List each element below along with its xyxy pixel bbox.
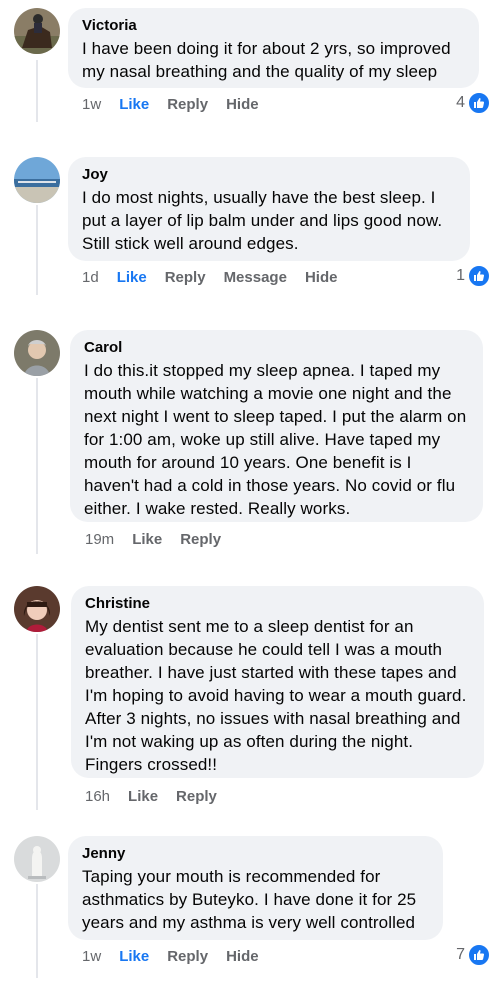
comment-actions: 16h Like Reply bbox=[85, 786, 235, 806]
timestamp[interactable]: 1w bbox=[82, 96, 101, 113]
author-name[interactable]: Joy bbox=[82, 166, 456, 184]
like-button[interactable]: Like bbox=[132, 531, 162, 548]
reaction-count: 7 bbox=[456, 946, 465, 963]
thread-line bbox=[36, 884, 38, 978]
like-button[interactable]: Like bbox=[128, 788, 158, 805]
reaction-count: 1 bbox=[456, 267, 465, 284]
avatar-statue-image bbox=[14, 836, 60, 882]
thread-line bbox=[36, 634, 38, 810]
comment-text: I do this.it stopped my sleep apnea. I t… bbox=[84, 361, 467, 518]
like-icon bbox=[468, 265, 490, 287]
avatar[interactable] bbox=[14, 836, 60, 882]
reply-button[interactable]: Reply bbox=[165, 269, 206, 286]
comment-actions: 1w Like Reply Hide bbox=[82, 946, 277, 966]
comment-bubble: Joy I do most nights, usually have the b… bbox=[68, 157, 470, 261]
avatar[interactable] bbox=[14, 157, 60, 203]
thread-line bbox=[36, 60, 38, 122]
reaction-count: 4 bbox=[456, 94, 465, 111]
comment-text: I do most nights, usually have the best … bbox=[82, 188, 443, 253]
avatar-horse-rider-image bbox=[14, 8, 60, 54]
reaction-summary[interactable]: 7 bbox=[456, 944, 490, 966]
comment-text: I have been doing it for about 2 yrs, so… bbox=[82, 39, 451, 81]
avatar-person-image bbox=[14, 586, 60, 632]
comment-text: My dentist sent me to a sleep dentist fo… bbox=[85, 617, 467, 774]
timestamp[interactable]: 16h bbox=[85, 788, 110, 805]
like-button[interactable]: Like bbox=[119, 948, 149, 965]
thread-line bbox=[36, 378, 38, 554]
hide-button[interactable]: Hide bbox=[226, 96, 259, 113]
avatar-person-image bbox=[14, 330, 60, 376]
message-button[interactable]: Message bbox=[224, 269, 287, 286]
like-icon bbox=[468, 944, 490, 966]
like-button[interactable]: Like bbox=[117, 269, 147, 286]
avatar-lake-image bbox=[14, 157, 60, 203]
like-button[interactable]: Like bbox=[119, 96, 149, 113]
thread-line bbox=[36, 205, 38, 295]
timestamp[interactable]: 19m bbox=[85, 531, 114, 548]
author-name[interactable]: Jenny bbox=[82, 845, 429, 863]
reply-button[interactable]: Reply bbox=[167, 96, 208, 113]
reply-button[interactable]: Reply bbox=[180, 531, 221, 548]
author-name[interactable]: Victoria bbox=[82, 17, 465, 35]
comment-actions: 1d Like Reply Message Hide bbox=[82, 267, 355, 287]
comment-bubble: Victoria I have been doing it for about … bbox=[68, 8, 479, 88]
comment-bubble: Carol I do this.it stopped my sleep apne… bbox=[70, 330, 483, 522]
timestamp[interactable]: 1w bbox=[82, 948, 101, 965]
timestamp[interactable]: 1d bbox=[82, 269, 99, 286]
comment-text: Taping your mouth is recommended for ast… bbox=[82, 867, 417, 932]
avatar[interactable] bbox=[14, 586, 60, 632]
comment-actions: 19m Like Reply bbox=[85, 529, 239, 549]
reaction-summary[interactable]: 1 bbox=[456, 265, 490, 287]
comment-bubble: Christine My dentist sent me to a sleep … bbox=[71, 586, 484, 778]
author-name[interactable]: Christine bbox=[85, 595, 470, 613]
avatar[interactable] bbox=[14, 330, 60, 376]
avatar[interactable] bbox=[14, 8, 60, 54]
hide-button[interactable]: Hide bbox=[226, 948, 259, 965]
author-name[interactable]: Carol bbox=[84, 339, 469, 357]
hide-button[interactable]: Hide bbox=[305, 269, 338, 286]
reaction-summary[interactable]: 4 bbox=[456, 92, 490, 114]
reply-button[interactable]: Reply bbox=[176, 788, 217, 805]
comment-bubble: Jenny Taping your mouth is recommended f… bbox=[68, 836, 443, 940]
reply-button[interactable]: Reply bbox=[167, 948, 208, 965]
comment-actions: 1w Like Reply Hide bbox=[82, 94, 277, 114]
like-icon bbox=[468, 92, 490, 114]
